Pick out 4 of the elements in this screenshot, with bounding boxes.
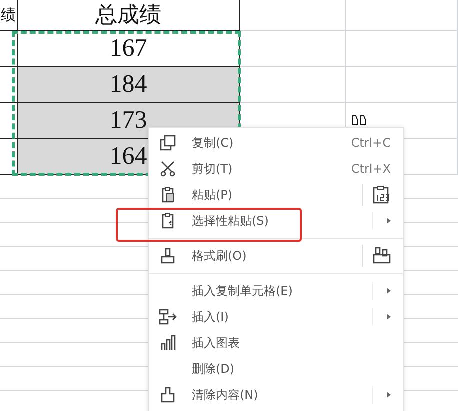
header-cell: 总成绩 [18, 0, 240, 31]
shortcut-text: Ctrl+C [351, 136, 391, 150]
shortcut-text: Ctrl+X [351, 162, 391, 176]
header-cell: 绩 [0, 0, 18, 31]
